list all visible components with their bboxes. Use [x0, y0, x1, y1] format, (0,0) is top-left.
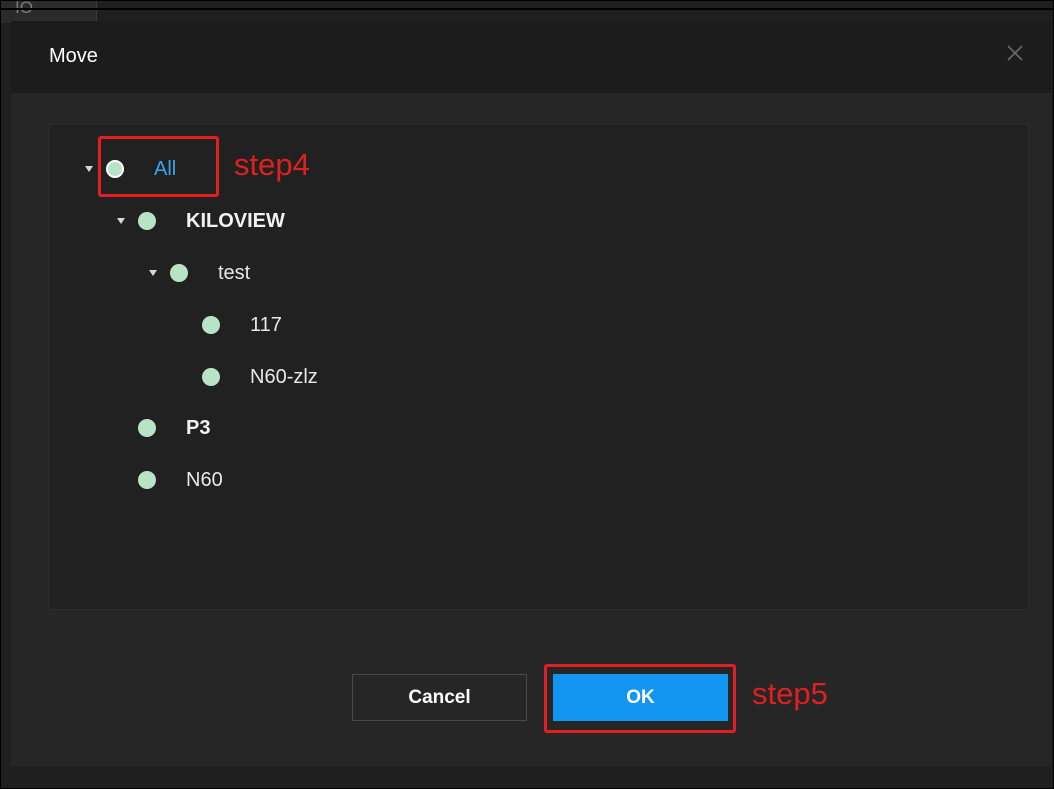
step5-annotation: step5: [752, 676, 828, 711]
dialog-title: Move: [49, 45, 98, 67]
tree-node-117[interactable]: 117: [180, 305, 282, 345]
step4-annotation: step4: [234, 147, 310, 182]
top-border-line: [1, 8, 1054, 10]
tree-node-n60-zlz[interactable]: N60-zlz: [180, 357, 318, 397]
move-dialog: Move All KILOVIEW test 117 N60-zlz P3 N6…: [11, 21, 1051, 766]
node-dot-icon: [138, 471, 156, 489]
node-dot-icon: [202, 368, 220, 386]
app-window: IO Move All KILOVIEW test 117 N60-zlz P3…: [0, 0, 1054, 789]
tree-node-n60[interactable]: N60: [116, 460, 223, 500]
tree-node-label: test: [218, 261, 251, 284]
tree-node-kiloview[interactable]: KILOVIEW: [116, 201, 285, 241]
node-dot-icon: [202, 316, 220, 334]
expand-arrow-icon[interactable]: [84, 164, 94, 174]
node-dot-icon: [138, 419, 156, 437]
expand-arrow-icon[interactable]: [148, 268, 158, 278]
tree-node-label: P3: [186, 416, 211, 439]
tree-node-label: N60: [186, 468, 223, 491]
background-tab: IO: [1, 1, 97, 23]
tree-node-label: KILOVIEW: [186, 209, 285, 232]
tree-node-label: 117: [250, 313, 282, 336]
dialog-header: Move: [11, 21, 1051, 93]
tree-node-p3[interactable]: P3: [116, 408, 210, 448]
close-icon[interactable]: [1005, 43, 1025, 63]
tree-node-label: N60-zlz: [250, 365, 318, 388]
tree-node-test[interactable]: test: [148, 253, 250, 293]
step4-highlight-box: [98, 136, 219, 197]
expand-arrow-icon[interactable]: [116, 216, 126, 226]
node-dot-icon: [170, 264, 188, 282]
cancel-button[interactable]: Cancel: [352, 674, 527, 721]
step5-highlight-box: [544, 664, 736, 733]
node-dot-icon: [138, 212, 156, 230]
